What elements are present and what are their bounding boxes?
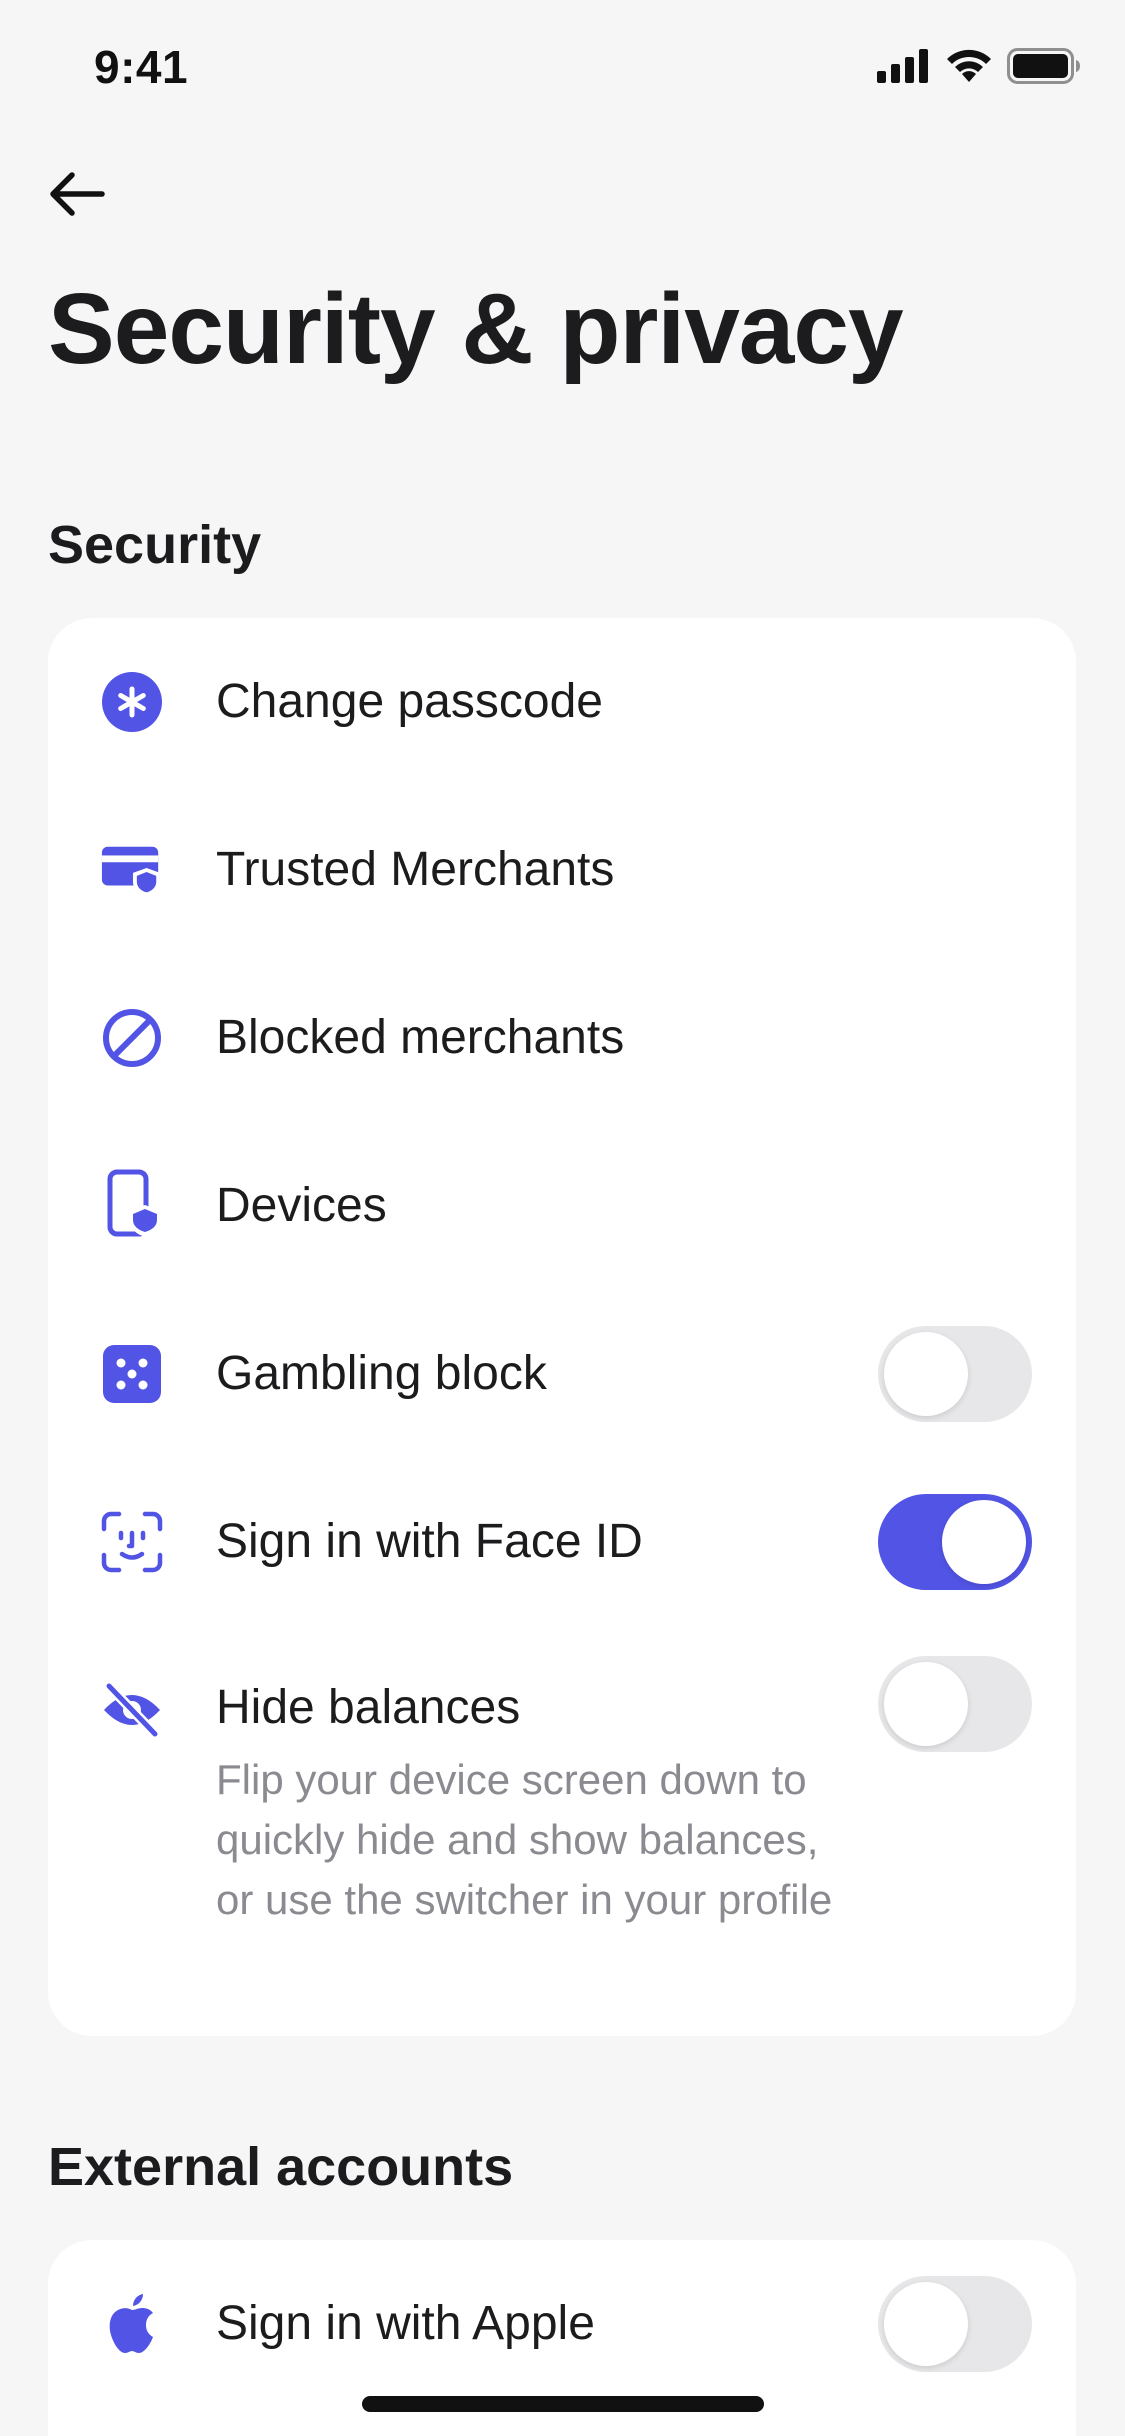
toggle-knob	[884, 2282, 968, 2366]
security-section-title: Security	[48, 515, 262, 575]
asterisk-circle-icon	[100, 670, 164, 734]
gambling-block-row: Gambling block	[48, 1290, 1076, 1458]
external-accounts-section-title: External accounts	[48, 2137, 514, 2197]
page-title: Security & privacy	[48, 273, 904, 385]
face-id-toggle[interactable]	[878, 1494, 1032, 1590]
face-id-label: Sign in with Face ID	[216, 1515, 643, 1568]
change-passcode-label: Change passcode	[216, 675, 603, 728]
hide-balances-label: Hide balances	[216, 1681, 521, 1734]
face-id-row: Sign in with Face ID	[48, 1458, 1076, 1626]
status-time: 9:41	[94, 41, 189, 93]
gambling-block-label: Gambling block	[216, 1347, 547, 1400]
hide-balances-description: Flip your device screen down to quickly …	[216, 1756, 833, 1923]
change-passcode-row[interactable]: Change passcode	[48, 618, 1076, 786]
toggle-knob	[884, 1332, 968, 1416]
wifi-icon	[947, 49, 991, 82]
dice-icon	[100, 1342, 164, 1406]
sign-in-with-apple-toggle[interactable]	[878, 2276, 1032, 2372]
arrow-left-icon	[50, 172, 105, 216]
gambling-block-toggle[interactable]	[878, 1326, 1032, 1422]
blocked-merchants-label: Blocked merchants	[216, 1011, 625, 1064]
face-id-icon	[100, 1510, 164, 1574]
apple-icon	[100, 2292, 164, 2356]
eye-slash-icon	[100, 1678, 164, 1742]
hide-balances-row: Hide balances Flip your device screen do…	[48, 1626, 1076, 2036]
status-icons	[877, 48, 1081, 84]
toggle-knob	[884, 1662, 968, 1746]
hide-balances-toggle[interactable]	[878, 1656, 1032, 1752]
battery-icon	[1007, 48, 1080, 84]
trusted-merchants-row[interactable]: Trusted Merchants	[48, 786, 1076, 954]
security-card: Change passcode Trusted Merchants Blocke…	[48, 618, 1076, 2036]
toggle-knob	[942, 1500, 1026, 1584]
sign-in-with-apple-label: Sign in with Apple	[216, 2297, 595, 2350]
security-privacy-screen: 9:41 Security & privacy Security Change …	[0, 0, 1125, 2436]
trusted-merchants-label: Trusted Merchants	[216, 843, 615, 896]
back-button[interactable]	[40, 158, 112, 230]
sign-in-with-apple-row: Sign in with Apple	[48, 2240, 1076, 2408]
blocked-icon	[100, 1006, 164, 1070]
cellular-signal-icon	[877, 49, 928, 83]
blocked-merchants-row[interactable]: Blocked merchants	[48, 954, 1076, 1122]
status-bar: 9:41	[0, 0, 1125, 140]
home-indicator	[362, 2396, 764, 2412]
card-shield-icon	[100, 838, 164, 902]
devices-row[interactable]: Devices	[48, 1122, 1076, 1290]
device-shield-icon	[100, 1169, 164, 1237]
devices-label: Devices	[216, 1179, 387, 1232]
